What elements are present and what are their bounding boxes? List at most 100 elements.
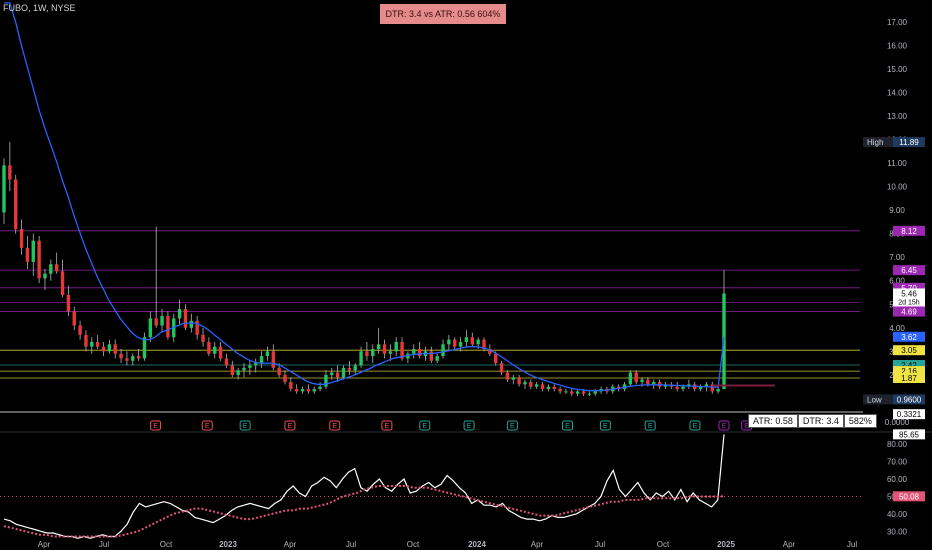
candle-body xyxy=(458,341,463,347)
candle-body xyxy=(681,386,685,390)
candle-body xyxy=(271,351,275,368)
rsi-ma-line xyxy=(3,485,725,538)
candle-body xyxy=(312,389,316,392)
candle-body xyxy=(136,356,141,359)
candle-body xyxy=(183,308,188,328)
candle-body xyxy=(534,384,539,387)
earnings-marker-label: E xyxy=(288,423,293,430)
candle-body xyxy=(166,316,170,338)
candle-body xyxy=(254,363,258,366)
rsi-axis-label: 60.00 xyxy=(887,475,908,484)
candle-body xyxy=(78,325,82,335)
price-axis-label: 10.00 xyxy=(887,183,908,192)
candle-body xyxy=(66,294,71,312)
candle-body xyxy=(43,273,47,279)
time-axis-label: 2025 xyxy=(717,540,735,549)
time-axis-label: Apr xyxy=(284,540,297,549)
candle-body xyxy=(154,318,158,326)
rsi-label-value: 85.65 xyxy=(899,430,920,439)
candle-body xyxy=(142,337,147,359)
price-label-value: 4.69 xyxy=(901,308,917,317)
time-axis-label: Jul xyxy=(99,540,109,549)
candle-body xyxy=(330,372,334,375)
candle-body xyxy=(417,349,422,357)
candle-body xyxy=(558,389,562,392)
candle-body xyxy=(341,367,346,378)
candle-body xyxy=(376,344,381,350)
dtr-cell: DTR: 3.4 xyxy=(797,414,844,428)
time-axis-label: Apr xyxy=(531,540,544,549)
candle-body xyxy=(230,365,234,375)
dtr-banner: DTR: 3.4 vs ATR: 0.56 604% xyxy=(380,4,506,24)
price-label-value: 1.87 xyxy=(901,374,917,383)
candle-body xyxy=(101,346,106,352)
candle-body xyxy=(54,264,59,272)
candle-body xyxy=(218,346,223,359)
earnings-marker-label: E xyxy=(722,423,727,430)
atr-table: ATR: 0.58 DTR: 3.4 582% xyxy=(748,414,877,428)
candle-body xyxy=(84,334,88,347)
candle-body xyxy=(60,271,65,295)
price-axis-label: 13.00 xyxy=(887,112,908,121)
candle-body xyxy=(25,247,30,262)
atr-cell: ATR: 0.58 xyxy=(748,414,798,428)
time-axis-label: Oct xyxy=(407,540,420,549)
candle-body xyxy=(207,341,211,354)
candle-body xyxy=(575,391,580,394)
candle-body xyxy=(505,372,510,380)
candle-body xyxy=(447,339,451,345)
candle-body xyxy=(113,344,117,354)
candle-body xyxy=(412,349,416,354)
earnings-marker-label: E xyxy=(603,423,608,430)
earnings-marker-label: E xyxy=(467,423,472,430)
earnings-marker-label: E xyxy=(153,423,158,430)
earnings-marker-label: E xyxy=(243,423,248,430)
candle-body xyxy=(652,381,656,385)
price-axis-label: 9.00 xyxy=(889,206,905,215)
time-axis-label: Jul xyxy=(346,540,356,549)
rsi-axis-label: 70.00 xyxy=(887,458,908,467)
candle-body xyxy=(552,386,556,390)
rsi-axis-label: 80.00 xyxy=(887,440,908,449)
candle-body xyxy=(289,381,293,390)
earnings-marker-label: E xyxy=(565,423,570,430)
candle-body xyxy=(125,358,129,361)
price-label-value: 6.45 xyxy=(901,266,917,275)
rsi-axis-label: 40.00 xyxy=(887,510,908,519)
candle-body xyxy=(224,358,229,366)
candle-body xyxy=(517,377,521,385)
candle-body xyxy=(49,264,53,274)
candle-body xyxy=(236,370,240,375)
candle-body xyxy=(2,165,6,213)
candle-body xyxy=(593,391,597,394)
candle-body xyxy=(646,379,650,385)
candle-body xyxy=(453,339,457,347)
candle-body xyxy=(394,341,398,352)
candle-body xyxy=(634,372,638,382)
candle-body xyxy=(388,351,393,354)
candle-body xyxy=(494,353,498,364)
candle-body xyxy=(201,334,205,342)
candle-body xyxy=(19,228,24,248)
candle-body xyxy=(546,386,551,390)
candle-body xyxy=(300,389,305,392)
candle-body xyxy=(365,351,369,357)
time-axis-label: Apr xyxy=(783,540,796,549)
price-axis-label: 11.00 xyxy=(887,159,907,168)
candle-body xyxy=(8,165,12,180)
price-label-name: High xyxy=(867,138,883,147)
candle-body xyxy=(511,377,515,380)
candle-body xyxy=(131,356,135,361)
rsi-axis-label: 30.00 xyxy=(887,527,908,536)
rsi-label-value: 50.08 xyxy=(899,492,920,501)
candle-body xyxy=(14,179,18,229)
price-axis-label: 15.00 xyxy=(887,65,908,74)
candle-body xyxy=(564,391,568,393)
candle-body xyxy=(640,379,644,382)
price-label-value: 3.05 xyxy=(901,346,917,355)
candle-body xyxy=(72,311,76,326)
candle-body xyxy=(529,381,533,387)
candle-body xyxy=(476,339,480,345)
candle-body xyxy=(347,367,352,371)
earnings-marker-label: E xyxy=(510,423,515,430)
